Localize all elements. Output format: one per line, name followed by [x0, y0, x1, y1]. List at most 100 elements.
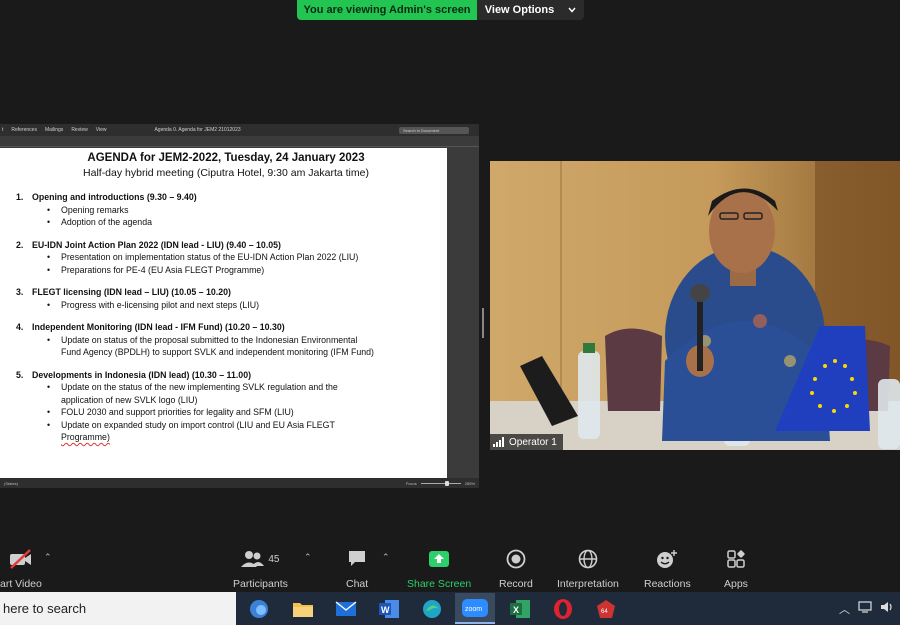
bullet-item: Update on expanded study on import contr…: [47, 419, 447, 432]
video-options-caret-icon[interactable]: ⌃: [44, 552, 52, 563]
excel-icon[interactable]: X: [507, 596, 533, 622]
bullet-item: Preparations for PE-4 (EU Asia FLEGT Pro…: [47, 264, 447, 277]
system-tray: ︿: [839, 601, 894, 617]
participant-name: Operator 1: [509, 436, 557, 448]
participant-video-tile[interactable]: Operator 1: [490, 161, 900, 450]
item-number: 3.: [16, 287, 24, 297]
bullet-list: Opening remarks Adoption of the agenda: [16, 204, 447, 229]
bullet-item: FOLU 2030 and support priorities for leg…: [47, 406, 447, 419]
edge-icon[interactable]: [419, 596, 445, 622]
scrollbar-thumb[interactable]: [482, 308, 484, 338]
taskbar-search-placeholder: here to search: [3, 601, 87, 616]
bullet-item: Progress with e-licensing pilot and next…: [47, 299, 447, 312]
agenda-item: 4. Independent Monitoring (IDN lead - IFM…: [16, 321, 447, 334]
participants-caret-icon[interactable]: ⌃: [304, 552, 312, 563]
screen-share-banner: You are viewing Admin's screen View Opti…: [297, 0, 584, 20]
word-icon[interactable]: W: [376, 596, 402, 622]
doc-search-input[interactable]: Search in Document: [399, 126, 469, 134]
apps-icon: [727, 548, 745, 570]
doc-title: Agenda 0. Agenda for JEM2 21012023: [154, 127, 241, 133]
reactions-button[interactable]: Reactions: [644, 548, 691, 590]
item-heading: FLEGT licensing (IDN lead – LIU) (10.05 …: [32, 287, 231, 297]
share-screen-icon: [428, 548, 450, 570]
item-heading: EU-IDN Joint Action Plan 2022 (IDN lead …: [32, 239, 281, 250]
zoom-slider[interactable]: [420, 480, 461, 486]
file-explorer-icon[interactable]: [290, 596, 316, 622]
chat-caret-icon[interactable]: ⌃: [382, 552, 390, 563]
shared-document-window: t References Mailings Review View Agenda…: [0, 124, 484, 488]
viewing-label: You are viewing Admin's screen: [297, 0, 477, 20]
record-icon: [506, 548, 526, 570]
bullet-continuation: application of new SVLK logo (LIU): [61, 394, 198, 405]
participants-button[interactable]: 45 Participants: [233, 548, 288, 590]
agenda-subtitle: Half-day hybrid meeting (Ciputra Hotel, …: [83, 167, 369, 179]
show-hidden-icons-icon[interactable]: ︿: [839, 601, 850, 617]
network-icon[interactable]: [858, 601, 872, 617]
share-screen-label: Share Screen: [407, 578, 472, 590]
item-number: 2.: [16, 239, 24, 250]
record-button[interactable]: Record: [499, 548, 533, 590]
zoom-slider-knob[interactable]: [444, 480, 449, 486]
agenda-item: 3. FLEGT licensing (IDN lead – LIU) (10.0…: [16, 286, 447, 299]
ribbon-tab-mailings[interactable]: Mailings: [45, 127, 63, 133]
start-video-button[interactable]: art Video: [0, 548, 42, 590]
interpretation-button[interactable]: Interpretation: [557, 548, 619, 590]
game-badge: 64: [601, 609, 608, 615]
chevron-down-icon: [568, 4, 576, 16]
opera-icon[interactable]: [550, 596, 576, 622]
reactions-label: Reactions: [644, 578, 691, 590]
apps-button[interactable]: Apps: [724, 548, 748, 590]
globe-icon: [578, 548, 598, 570]
bullet-item: Opening remarks: [47, 204, 447, 217]
bullet-list: Presentation on implementation status of…: [16, 251, 447, 276]
view-options-label: View Options: [484, 4, 555, 16]
ribbon-tab-review[interactable]: Review: [71, 127, 87, 133]
windows-taskbar: here to search W zoom X 64 ︿: [0, 592, 900, 625]
ribbon-tab-references[interactable]: References: [11, 127, 37, 133]
document-page: AGENDA for JEM2-2022, Tuesday, 24 Januar…: [0, 148, 447, 478]
item-heading: Opening and introductions (9.30 – 9.40): [32, 192, 197, 202]
agenda-item: 1. Opening and introductions (9.30 – 9.40…: [16, 191, 447, 204]
participants-label: Participants: [233, 578, 288, 590]
bullet-list: Update on the status of the new implemen…: [16, 381, 447, 444]
taskbar-search-box[interactable]: here to search: [0, 592, 236, 625]
zoom-text: zoom: [465, 606, 482, 613]
agenda-item: 5. Developments in Indonesia (IDN lead) (…: [16, 369, 447, 382]
meeting-toolbar: art Video ⌃ 45 Participants ⌃ Chat ⌃ Sha…: [0, 540, 900, 592]
signal-strength-icon: [493, 437, 504, 447]
bullet-continuation: Programme): [61, 432, 110, 442]
focus-button[interactable]: Focus: [406, 481, 417, 486]
share-screen-button[interactable]: Share Screen: [407, 548, 471, 590]
interpretation-label: Interpretation: [557, 578, 619, 590]
participants-count: 45: [268, 553, 280, 565]
bullet-list: Progress with e-licensing pilot and next…: [16, 299, 447, 312]
doc-scroll-area[interactable]: [447, 148, 484, 478]
item-heading: Developments in Indonesia (IDN lead) (10…: [32, 369, 252, 380]
edge-cloud-icon[interactable]: [246, 596, 272, 622]
participant-name-label: Operator 1: [490, 434, 563, 450]
doc-ribbon: t References Mailings Review View Agenda…: [0, 124, 479, 136]
chat-button[interactable]: Chat: [346, 548, 368, 590]
video-frame-image: [490, 161, 900, 450]
speaker-icon[interactable]: [880, 601, 894, 617]
ribbon-tab[interactable]: t: [2, 127, 3, 133]
game-icon[interactable]: 64: [593, 596, 619, 622]
zoom-meeting-window: You are viewing Admin's screen View Opti…: [0, 0, 900, 625]
view-options-button[interactable]: View Options: [477, 0, 584, 20]
bullet-item: Presentation on implementation status of…: [47, 251, 447, 264]
apps-label: Apps: [724, 578, 748, 590]
video-off-icon: [8, 548, 34, 570]
zoom-taskbar-icon[interactable]: zoom: [455, 593, 495, 624]
svg-text:W: W: [381, 605, 390, 615]
bullet-item: Adoption of the agenda: [47, 216, 447, 229]
status-left: (States): [4, 480, 19, 486]
bullet-item: Update on the status of the new implemen…: [47, 381, 447, 394]
doc-status-bar: (States) Focus 285%: [0, 478, 479, 488]
ribbon-tab-view[interactable]: View: [96, 127, 107, 133]
mail-icon[interactable]: [333, 596, 359, 622]
agenda-item: 2. EU-IDN Joint Action Plan 2022 (IDN lea…: [16, 239, 447, 252]
doc-ruler: [0, 136, 479, 147]
record-label: Record: [499, 578, 533, 590]
smiley-icon: [656, 548, 678, 570]
svg-text:X: X: [513, 605, 519, 615]
